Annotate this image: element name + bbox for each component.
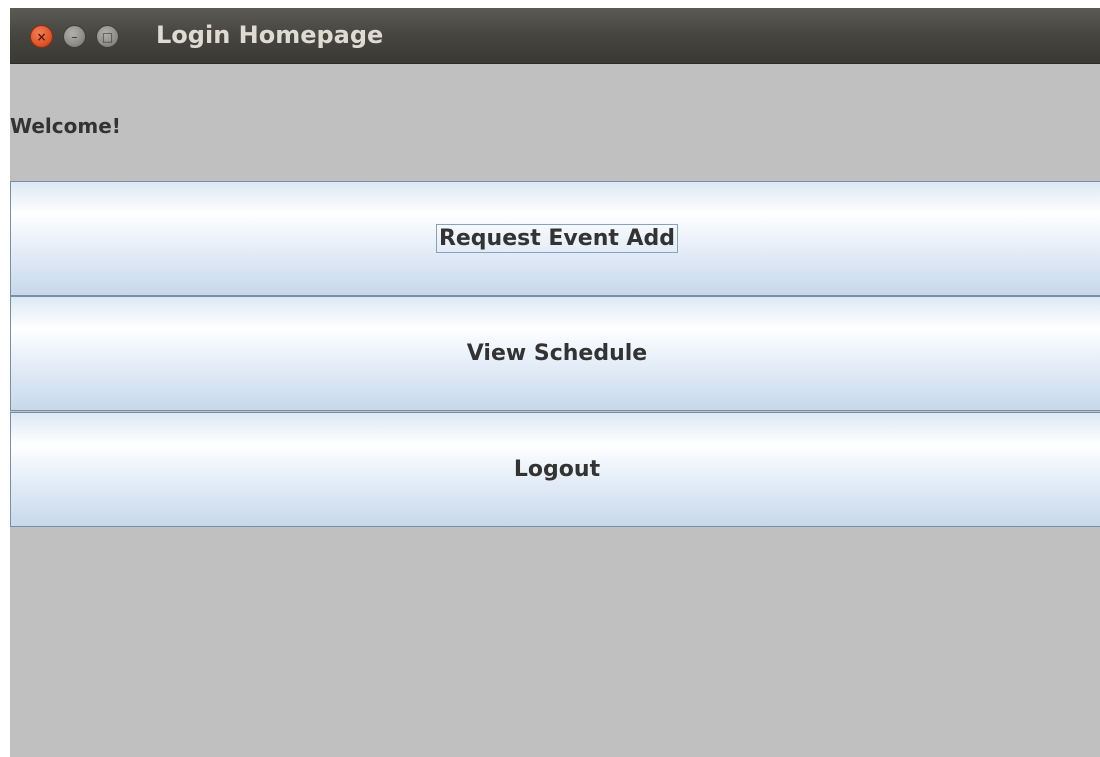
view-schedule-label: View Schedule [466,341,648,366]
logout-label: Logout [513,457,601,482]
request-event-add-button[interactable]: Request Event Add [10,181,1100,296]
close-icon[interactable]: × [30,25,53,48]
maximize-glyph: □ [101,29,114,44]
app-window: × – □ Login Homepage Welcome! Request Ev… [10,8,1100,757]
welcome-label: Welcome! [10,114,121,138]
close-glyph: × [36,29,47,44]
minimize-icon[interactable]: – [63,25,86,48]
title-bar[interactable]: × – □ Login Homepage [10,8,1100,64]
logout-button[interactable]: Logout [10,412,1100,527]
maximize-icon[interactable]: □ [96,25,119,48]
window-title: Login Homepage [156,21,384,49]
minimize-glyph: – [71,29,78,44]
request-event-add-label: Request Event Add [435,224,679,253]
view-schedule-button[interactable]: View Schedule [10,296,1100,411]
